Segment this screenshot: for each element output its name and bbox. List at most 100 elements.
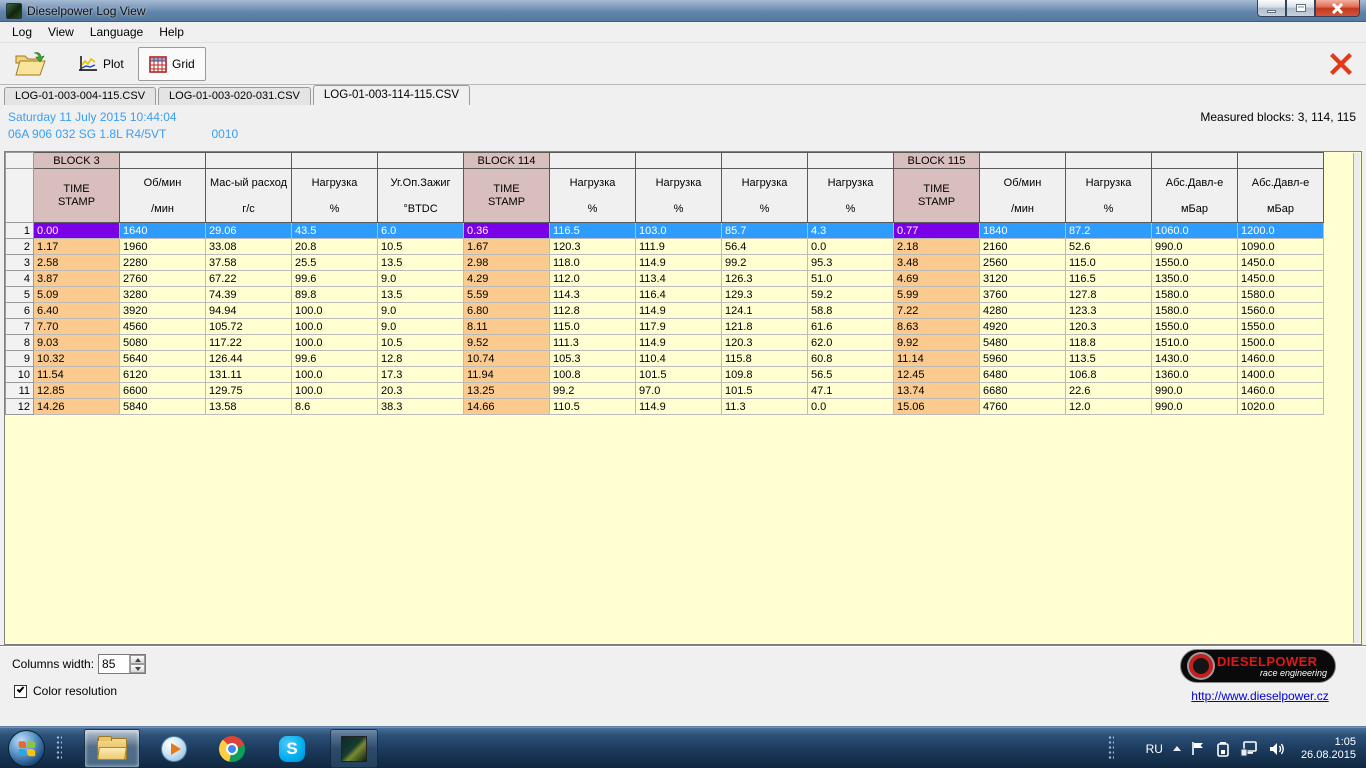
grid-cell[interactable]: 9.0 bbox=[378, 319, 464, 335]
grid-cell[interactable]: 1640 bbox=[120, 223, 206, 239]
grid-cell[interactable]: 1350.0 bbox=[1152, 271, 1238, 287]
grid-cell[interactable]: 114.9 bbox=[636, 255, 722, 271]
grid-cell[interactable]: 5.09 bbox=[34, 287, 120, 303]
grid-cell[interactable]: 4760 bbox=[980, 399, 1066, 415]
grid-cell[interactable]: 1450.0 bbox=[1238, 271, 1324, 287]
grid-cell[interactable]: 58.8 bbox=[808, 303, 894, 319]
grid-cell[interactable]: 100.8 bbox=[550, 367, 636, 383]
grid-cell[interactable]: 112.8 bbox=[550, 303, 636, 319]
volume-icon[interactable] bbox=[1268, 741, 1285, 757]
row-number[interactable]: 3 bbox=[6, 255, 34, 271]
grid-cell[interactable]: 0.77 bbox=[894, 223, 980, 239]
menu-item-view[interactable]: View bbox=[40, 22, 82, 42]
grid-cell[interactable]: 1500.0 bbox=[1238, 335, 1324, 351]
grid-cell[interactable]: 87.2 bbox=[1066, 223, 1152, 239]
grid-cell[interactable]: 14.66 bbox=[464, 399, 550, 415]
grid-cell[interactable]: 9.92 bbox=[894, 335, 980, 351]
grid-cell[interactable]: 2.98 bbox=[464, 255, 550, 271]
grid-cell[interactable]: 111.3 bbox=[550, 335, 636, 351]
grid-cell[interactable]: 1.17 bbox=[34, 239, 120, 255]
grid-cell[interactable]: 99.6 bbox=[292, 351, 378, 367]
grid-cell[interactable]: 74.39 bbox=[206, 287, 292, 303]
grid-cell[interactable]: 101.5 bbox=[636, 367, 722, 383]
row-number[interactable]: 9 bbox=[6, 351, 34, 367]
grid-cell[interactable]: 17.3 bbox=[378, 367, 464, 383]
grid-cell[interactable]: 3.87 bbox=[34, 271, 120, 287]
grid-cell[interactable]: 3.48 bbox=[894, 255, 980, 271]
grid-cell[interactable]: 5080 bbox=[120, 335, 206, 351]
grid-cell[interactable]: 20.8 bbox=[292, 239, 378, 255]
grid-cell[interactable]: 1460.0 bbox=[1238, 383, 1324, 399]
grid-cell[interactable]: 12.45 bbox=[894, 367, 980, 383]
grid-cell[interactable]: 22.6 bbox=[1066, 383, 1152, 399]
grid-cell[interactable]: 101.5 bbox=[722, 383, 808, 399]
grid-cell[interactable]: 3920 bbox=[120, 303, 206, 319]
grid-cell[interactable]: 100.0 bbox=[292, 367, 378, 383]
vertical-scrollbar[interactable] bbox=[1353, 153, 1360, 643]
grid-cell[interactable]: 4560 bbox=[120, 319, 206, 335]
grid-cell[interactable]: 131.11 bbox=[206, 367, 292, 383]
grid-cell[interactable]: 0.0 bbox=[808, 239, 894, 255]
close-button[interactable] bbox=[1315, 0, 1360, 17]
grid-cell[interactable]: 11.3 bbox=[722, 399, 808, 415]
columns-width-spinner[interactable]: 85 bbox=[98, 654, 146, 674]
grid-cell[interactable]: 6600 bbox=[120, 383, 206, 399]
grid-cell[interactable]: 1430.0 bbox=[1152, 351, 1238, 367]
grid-cell[interactable]: 15.06 bbox=[894, 399, 980, 415]
row-number[interactable]: 10 bbox=[6, 367, 34, 383]
grid-cell[interactable]: 1580.0 bbox=[1238, 287, 1324, 303]
grid-cell[interactable]: 3760 bbox=[980, 287, 1066, 303]
grid-cell[interactable]: 1510.0 bbox=[1152, 335, 1238, 351]
grid-cell[interactable]: 11.94 bbox=[464, 367, 550, 383]
grid-cell[interactable]: 127.8 bbox=[1066, 287, 1152, 303]
grid-cell[interactable]: 2.18 bbox=[894, 239, 980, 255]
grid-cell[interactable]: 111.9 bbox=[636, 239, 722, 255]
grid-cell[interactable]: 1840 bbox=[980, 223, 1066, 239]
grid-cell[interactable]: 8.63 bbox=[894, 319, 980, 335]
network-icon[interactable] bbox=[1240, 741, 1258, 757]
grid-cell[interactable]: 13.5 bbox=[378, 287, 464, 303]
grid-cell[interactable]: 114.3 bbox=[550, 287, 636, 303]
spin-down-button[interactable] bbox=[130, 664, 145, 673]
grid-cell[interactable]: 52.6 bbox=[1066, 239, 1152, 255]
grid-cell[interactable]: 38.3 bbox=[378, 399, 464, 415]
grid-cell[interactable]: 13.58 bbox=[206, 399, 292, 415]
grid-cell[interactable]: 9.03 bbox=[34, 335, 120, 351]
grid-cell[interactable]: 5.99 bbox=[894, 287, 980, 303]
grid-cell[interactable]: 126.44 bbox=[206, 351, 292, 367]
grid-cell[interactable]: 56.4 bbox=[722, 239, 808, 255]
grid-cell[interactable]: 121.8 bbox=[722, 319, 808, 335]
grid-cell[interactable]: 3120 bbox=[980, 271, 1066, 287]
grid-cell[interactable]: 5.59 bbox=[464, 287, 550, 303]
grid-cell[interactable]: 56.5 bbox=[808, 367, 894, 383]
grid-cell[interactable]: 114.9 bbox=[636, 399, 722, 415]
grid-cell[interactable]: 7.22 bbox=[894, 303, 980, 319]
spin-up-button[interactable] bbox=[130, 655, 145, 664]
grid-cell[interactable]: 124.1 bbox=[722, 303, 808, 319]
tab-log-01-003-114-115.csv[interactable]: LOG-01-003-114-115.CSV bbox=[313, 85, 470, 105]
grid-cell[interactable]: 103.0 bbox=[636, 223, 722, 239]
grid-cell[interactable]: 94.94 bbox=[206, 303, 292, 319]
grid-cell[interactable]: 100.0 bbox=[292, 319, 378, 335]
grid-cell[interactable]: 120.3 bbox=[1066, 319, 1152, 335]
grid-cell[interactable]: 2.58 bbox=[34, 255, 120, 271]
row-number[interactable]: 2 bbox=[6, 239, 34, 255]
grid-cell[interactable]: 110.5 bbox=[550, 399, 636, 415]
grid-cell[interactable]: 0.36 bbox=[464, 223, 550, 239]
grid-cell[interactable]: 61.6 bbox=[808, 319, 894, 335]
grid-cell[interactable]: 1090.0 bbox=[1238, 239, 1324, 255]
grid-cell[interactable]: 85.7 bbox=[722, 223, 808, 239]
tab-log-01-003-020-031.csv[interactable]: LOG-01-003-020-031.CSV bbox=[158, 87, 311, 105]
grid-cell[interactable]: 10.5 bbox=[378, 239, 464, 255]
row-number[interactable]: 6 bbox=[6, 303, 34, 319]
grid-cell[interactable]: 60.8 bbox=[808, 351, 894, 367]
grid-cell[interactable]: 4920 bbox=[980, 319, 1066, 335]
menu-item-help[interactable]: Help bbox=[151, 22, 192, 42]
grid-cell[interactable]: 129.75 bbox=[206, 383, 292, 399]
grid-cell[interactable]: 126.3 bbox=[722, 271, 808, 287]
grid-cell[interactable]: 4.69 bbox=[894, 271, 980, 287]
grid-cell[interactable]: 100.0 bbox=[292, 335, 378, 351]
grid-cell[interactable]: 116.5 bbox=[550, 223, 636, 239]
grid-cell[interactable]: 1.67 bbox=[464, 239, 550, 255]
grid-cell[interactable]: 10.32 bbox=[34, 351, 120, 367]
